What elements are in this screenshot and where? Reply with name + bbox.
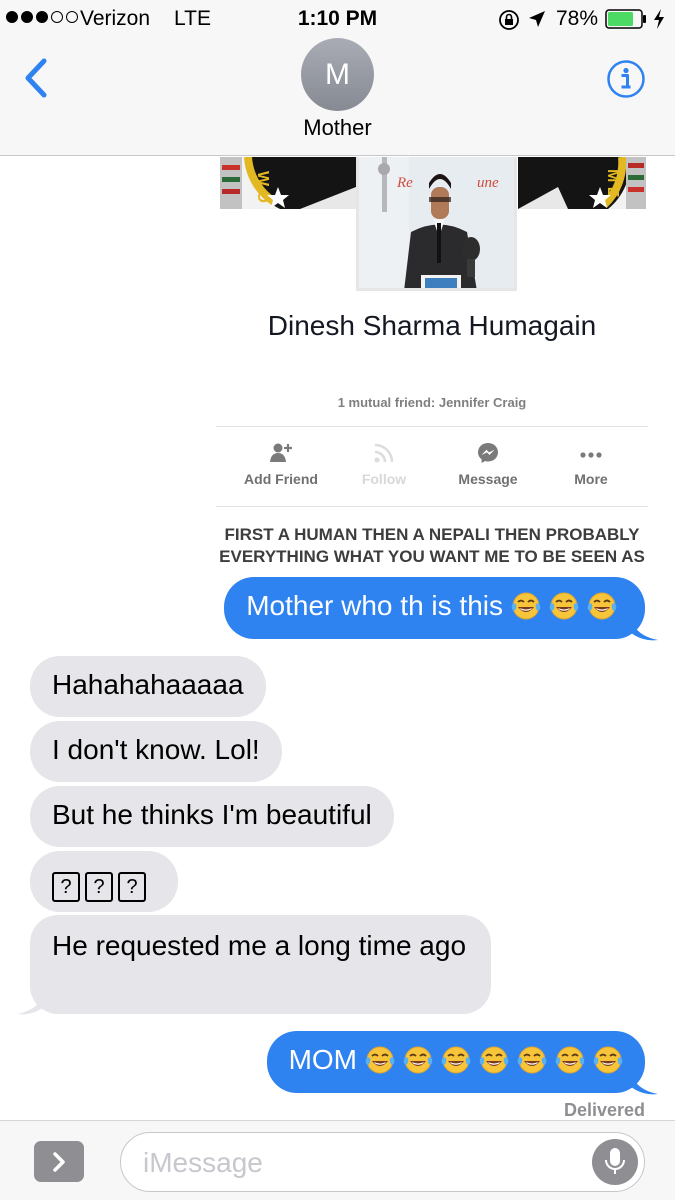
message-text: Mother who th is this xyxy=(246,590,503,621)
contact-avatar[interactable]: M xyxy=(301,38,374,111)
tears-of-joy-emoji-icon xyxy=(441,1046,471,1074)
cover-photo-right: M E xyxy=(518,157,646,209)
follow-label: Follow xyxy=(361,471,407,487)
add-friend-button: Add Friend xyxy=(229,441,333,487)
received-message-bubble[interactable]: He requested me a long time ago xyxy=(30,915,491,1014)
compose-bar: iMessage xyxy=(0,1120,675,1200)
svg-text:M E: M E xyxy=(604,169,621,198)
profile-photo: Re une xyxy=(356,157,517,291)
message-text: But he thinks I'm beautiful xyxy=(52,799,372,830)
message-label: Message xyxy=(458,471,518,487)
chevron-right-icon xyxy=(53,1151,65,1172)
mutual-friends-text: 1 mutual friend: Jennifer Craig xyxy=(337,395,527,410)
bubble-tail xyxy=(630,618,658,641)
info-icon[interactable] xyxy=(606,59,646,99)
divider xyxy=(216,426,648,427)
more-label: More xyxy=(574,471,608,487)
svg-text:Re: Re xyxy=(396,175,413,191)
received-message-bubble[interactable]: But he thinks I'm beautiful xyxy=(30,786,394,847)
rotation-lock-icon xyxy=(499,10,519,30)
messenger-icon xyxy=(478,443,498,463)
received-message-bubble[interactable]: Hahahahaaaaa xyxy=(30,656,266,717)
follow-icon xyxy=(374,443,394,463)
bubble-tail xyxy=(17,992,45,1015)
tears-of-joy-emoji-icon xyxy=(517,1046,547,1074)
message-text: MOM xyxy=(288,1044,357,1075)
cover-photo-left: W O xyxy=(220,157,356,209)
tears-of-joy-emoji-icon xyxy=(403,1046,433,1074)
svg-text:W O: W O xyxy=(254,171,271,203)
conversation-header: M Mother xyxy=(0,38,675,156)
apps-expand-button[interactable] xyxy=(34,1141,84,1182)
message-input[interactable]: iMessage xyxy=(120,1132,645,1192)
chevron-left-icon xyxy=(25,58,47,98)
more-button: More xyxy=(539,441,643,487)
tears-of-joy-emoji-icon xyxy=(479,1046,509,1074)
profile-bio: FIRST A HUMAN THEN A NEPALI THEN PROBABL… xyxy=(219,525,645,566)
emoji-row xyxy=(503,590,617,621)
bubble-tail xyxy=(630,1072,658,1095)
tears-of-joy-emoji-icon xyxy=(587,592,617,620)
contact-name[interactable]: Mother xyxy=(0,115,675,141)
tears-of-joy-emoji-icon xyxy=(365,1046,395,1074)
status-bar: Verizon LTE 1:10 PM 78% xyxy=(0,0,675,38)
more-icon xyxy=(580,452,602,458)
received-message-bubble[interactable]: I don't know. Lol! xyxy=(30,721,282,782)
message-text: He requested me a long time ago xyxy=(52,930,467,961)
battery-percentage: 78% xyxy=(556,7,599,30)
add-friend-label: Add Friend xyxy=(244,471,318,487)
message-placeholder: iMessage xyxy=(143,1147,263,1178)
unsupported-glyph-box: ? xyxy=(118,872,146,902)
svg-text:une: une xyxy=(477,175,499,191)
microphone-icon xyxy=(605,1148,625,1174)
divider xyxy=(216,506,648,507)
battery-icon xyxy=(605,9,646,29)
message-button: Message xyxy=(436,441,540,487)
tears-of-joy-emoji-icon xyxy=(511,592,541,620)
add-friend-icon xyxy=(270,443,292,462)
shared-profile-screenshot[interactable]: W O Re une M E Dinesh Sharma Humagain 1 … xyxy=(216,157,648,578)
message-text: Hahahahaaaaa xyxy=(52,669,244,700)
back-button[interactable] xyxy=(14,56,58,100)
location-arrow-icon xyxy=(529,11,545,27)
follow-button: Follow xyxy=(332,441,436,487)
unsupported-glyph-box: ? xyxy=(85,872,113,902)
sent-message-bubble[interactable]: Mother who th is this xyxy=(224,577,645,639)
tears-of-joy-emoji-icon xyxy=(549,592,579,620)
received-message-bubble[interactable]: ??? ??? xyxy=(30,851,178,912)
tears-of-joy-emoji-icon xyxy=(555,1046,585,1074)
tears-of-joy-emoji-icon xyxy=(593,1046,623,1074)
delivery-status: Delivered xyxy=(563,1100,645,1120)
message-text: I don't know. Lol! xyxy=(52,734,260,765)
emoji-row xyxy=(357,1044,623,1075)
charging-bolt-icon xyxy=(654,9,664,29)
unsupported-glyph-box: ? xyxy=(52,872,80,902)
profile-name: Dinesh Sharma Humagain xyxy=(267,310,597,341)
dictation-button[interactable] xyxy=(592,1139,638,1185)
sent-message-bubble[interactable]: MOM xyxy=(266,1031,645,1093)
